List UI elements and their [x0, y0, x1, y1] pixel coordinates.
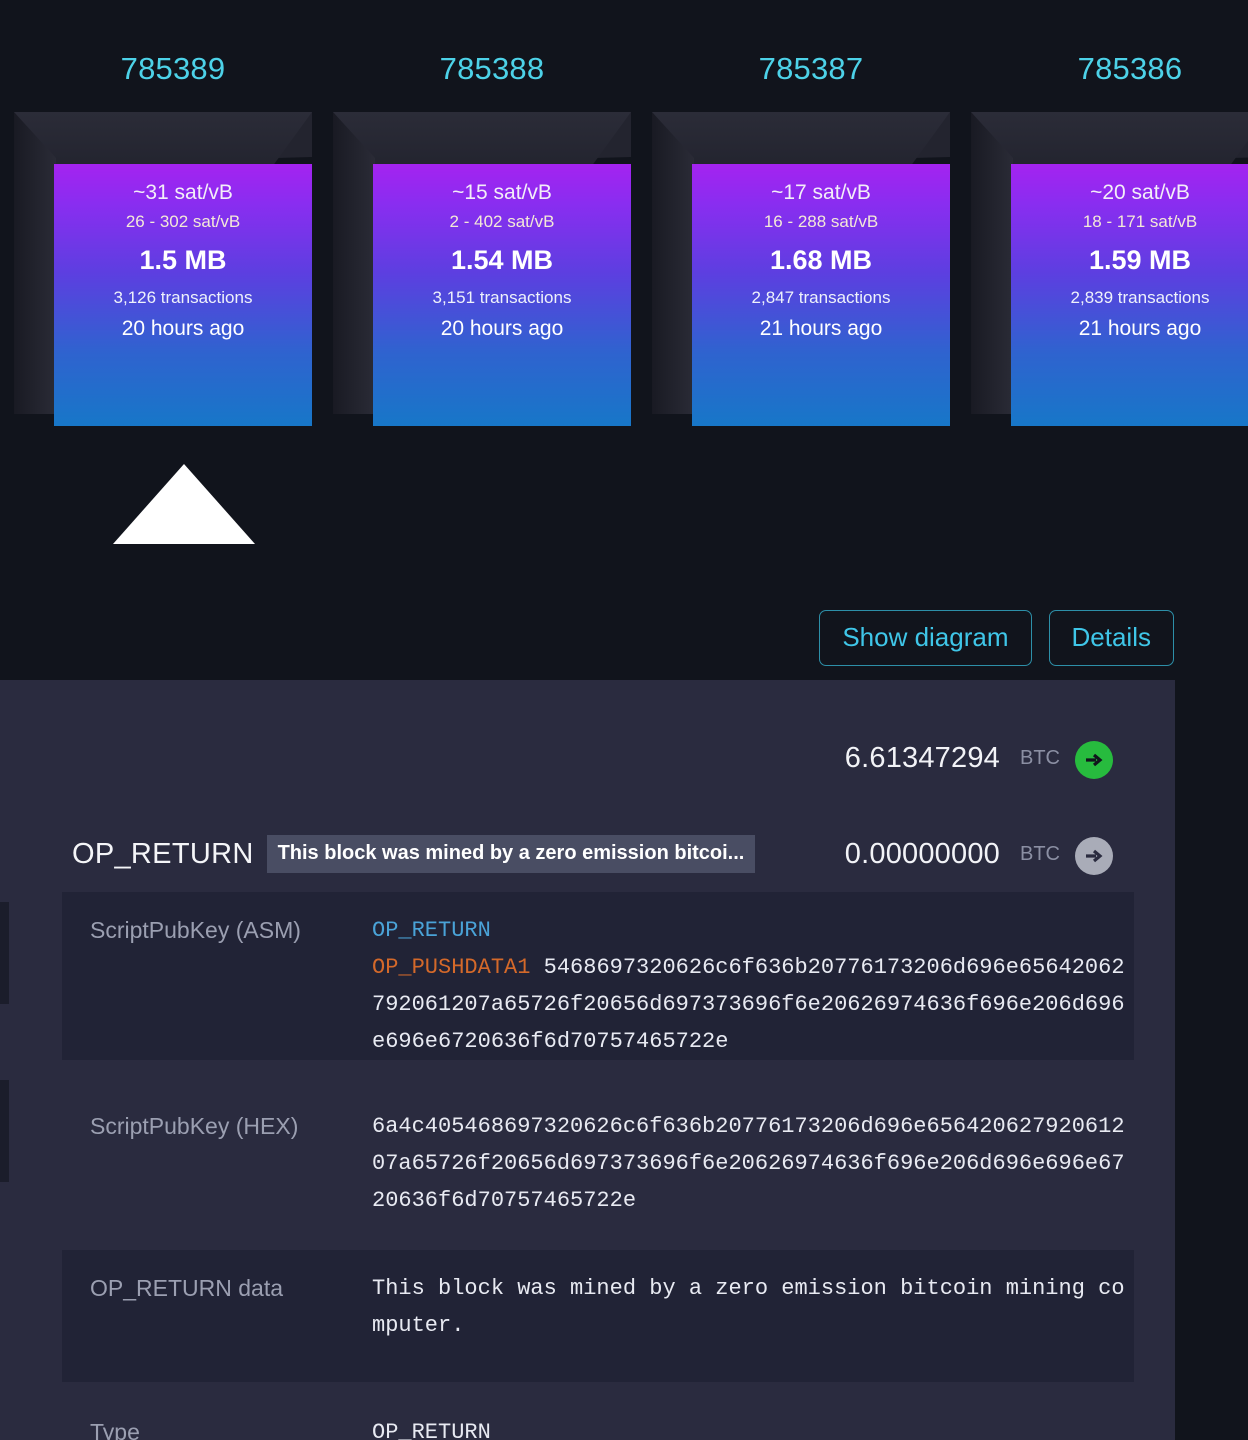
block-size: 1.54 MB [450, 245, 554, 275]
block-cube-top-face [652, 112, 950, 167]
output-amount-value: 6.61347294 [844, 742, 1000, 774]
block-age: 20 hours ago [121, 317, 245, 340]
row-label: Type [90, 1419, 140, 1440]
block-median-fee: ~20 sat/vB [1090, 181, 1190, 204]
row-scriptpubkey-hex: ScriptPubKey (HEX) 6a4c405468697320626c6… [62, 1088, 1134, 1238]
block-age: 21 hours ago [1078, 317, 1202, 340]
output-amount-row: 6.61347294 BTC [845, 742, 1060, 775]
page-root: 785389 ~31 sat/vB 26 - 302 sat/vB 1.5 MB… [0, 0, 1248, 1440]
block-median-fee: ~15 sat/vB [452, 181, 552, 204]
panel-edge-marker [0, 1080, 9, 1182]
block-cube-left-face [971, 112, 1013, 414]
block-front-face[interactable]: ~20 sat/vB 18 - 171 sat/vB 1.59 MB 2,839… [1011, 164, 1248, 426]
op-return-message-chip[interactable]: This block was mined by a zero emission … [266, 835, 756, 873]
op-return-header: OP_RETURN This block was mined by a zero… [72, 835, 756, 873]
selected-block-pointer-icon [113, 464, 255, 544]
block-front-face[interactable]: ~31 sat/vB 26 - 302 sat/vB 1.5 MB 3,126 … [54, 164, 312, 426]
row-label: OP_RETURN data [90, 1275, 284, 1301]
row-type: Type OP_RETURN [62, 1394, 1134, 1440]
block-tx-count: 2,847 transactions [751, 288, 891, 307]
scriptpubkey-asm-value: OP_RETURN OP_PUSHDATA1 5468697320626c6f6… [372, 892, 1134, 1060]
asm-opcode-op-return: OP_RETURN [372, 918, 491, 943]
block-cube[interactable]: ~17 sat/vB 16 - 288 sat/vB 1.68 MB 2,847… [652, 112, 970, 426]
block-height-link[interactable]: 785389 [14, 48, 332, 90]
output-amount-value: 0.00000000 [844, 838, 1000, 870]
output-arrow-right-icon[interactable] [1075, 837, 1113, 875]
block-cube-left-face [333, 112, 375, 414]
details-toolbar: Show diagram Details [819, 610, 1174, 666]
block-card-2[interactable]: 785387 ~17 sat/vB 16 - 288 sat/vB 1.68 M… [652, 48, 970, 426]
block-cube[interactable]: ~20 sat/vB 18 - 171 sat/vB 1.59 MB 2,839… [971, 112, 1248, 426]
row-label: ScriptPubKey (HEX) [90, 1113, 299, 1139]
asm-opcode-op-pushdata1: OP_PUSHDATA1 [372, 955, 531, 980]
block-fee-range: 26 - 302 sat/vB [125, 212, 241, 231]
scriptpubkey-hex-value: 6a4c405468697320626c6f636b20776173206d69… [372, 1114, 1125, 1213]
panel-edge-marker [0, 902, 9, 1004]
block-median-fee: ~17 sat/vB [771, 181, 871, 204]
block-cube[interactable]: ~31 sat/vB 26 - 302 sat/vB 1.5 MB 3,126 … [14, 112, 332, 426]
output-amount-unit: BTC [1020, 843, 1060, 865]
block-cube-top-face [333, 112, 631, 167]
block-cube-left-face [14, 112, 56, 414]
op-return-data-value: This block was mined by a zero emission … [372, 1276, 1125, 1338]
block-size: 1.59 MB [1088, 245, 1192, 275]
block-age: 21 hours ago [759, 317, 883, 340]
block-fee-range: 18 - 171 sat/vB [1082, 212, 1198, 231]
block-tx-count: 3,151 transactions [432, 288, 572, 307]
block-front-face[interactable]: ~15 sat/vB 2 - 402 sat/vB 1.54 MB 3,151 … [373, 164, 631, 426]
block-fee-range: 2 - 402 sat/vB [449, 212, 555, 231]
blockchain-strip: 785389 ~31 sat/vB 26 - 302 sat/vB 1.5 MB… [0, 0, 1248, 680]
show-diagram-button[interactable]: Show diagram [819, 610, 1032, 666]
block-tx-count: 2,839 transactions [1070, 288, 1210, 307]
type-value: OP_RETURN [372, 1420, 491, 1440]
output-arrow-right-icon[interactable] [1075, 741, 1113, 779]
block-height-link[interactable]: 785386 [971, 48, 1248, 90]
block-front-face[interactable]: ~17 sat/vB 16 - 288 sat/vB 1.68 MB 2,847… [692, 164, 950, 426]
row-op-return-data: OP_RETURN data This block was mined by a… [62, 1250, 1134, 1382]
row-label: ScriptPubKey (ASM) [90, 917, 301, 943]
block-height-link[interactable]: 785387 [652, 48, 970, 90]
block-card-1[interactable]: 785388 ~15 sat/vB 2 - 402 sat/vB 1.54 MB… [333, 48, 651, 426]
block-size: 1.5 MB [139, 245, 227, 275]
details-button[interactable]: Details [1048, 610, 1174, 666]
transaction-details-panel: 6.61347294 BTC 0.00000000 BTC OP_RETURN … [0, 680, 1175, 1440]
block-size: 1.68 MB [769, 245, 873, 275]
block-cube-left-face [652, 112, 694, 414]
block-cube[interactable]: ~15 sat/vB 2 - 402 sat/vB 1.54 MB 3,151 … [333, 112, 651, 426]
block-fee-range: 16 - 288 sat/vB [763, 212, 879, 231]
block-card-3[interactable]: 785386 ~20 sat/vB 18 - 171 sat/vB 1.59 M… [971, 48, 1248, 426]
block-tx-count: 3,126 transactions [113, 288, 253, 307]
block-height-link[interactable]: 785388 [333, 48, 651, 90]
block-age: 20 hours ago [440, 317, 564, 340]
block-cube-top-face [14, 112, 312, 167]
row-scriptpubkey-asm: ScriptPubKey (ASM) OP_RETURN OP_PUSHDATA… [62, 892, 1134, 1060]
block-card-0[interactable]: 785389 ~31 sat/vB 26 - 302 sat/vB 1.5 MB… [14, 48, 332, 426]
op-return-label: OP_RETURN [72, 837, 254, 870]
output-amount-row: 0.00000000 BTC [845, 838, 1060, 871]
block-median-fee: ~31 sat/vB [133, 181, 233, 204]
output-amount-unit: BTC [1020, 747, 1060, 769]
